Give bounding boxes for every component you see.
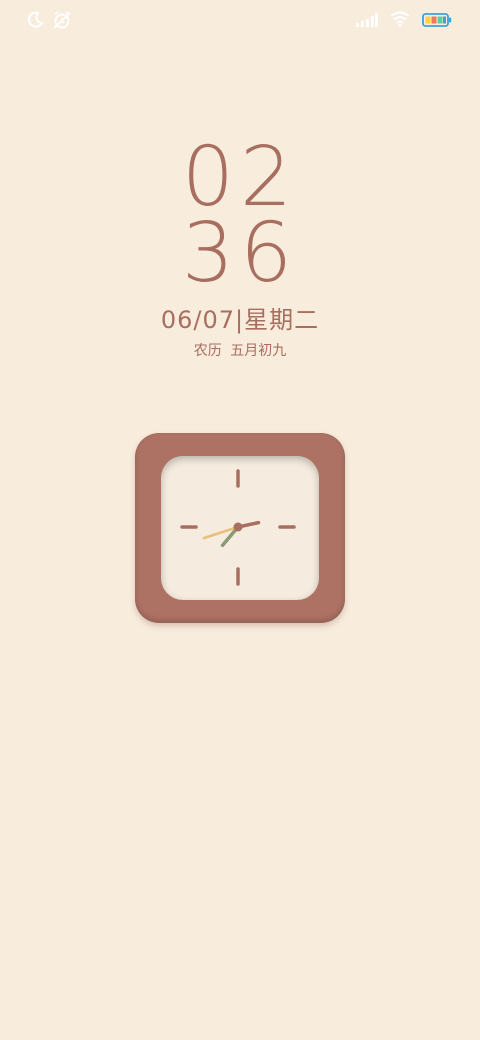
clock-face (161, 456, 319, 600)
date-separator: | (235, 306, 245, 334)
status-right (356, 11, 452, 31)
lunar-date: 五月初九 (230, 343, 287, 359)
time-hour: 02 (181, 130, 299, 225)
time-minute: 36 (181, 206, 299, 301)
lunar-line: 农历 五月初九 (0, 340, 480, 360)
lock-time: 02 36 (0, 130, 480, 301)
date-text: 06/07 (160, 306, 236, 334)
weekday-text: 星期二 (244, 306, 320, 334)
signal-icon (356, 12, 378, 31)
wifi-icon (390, 11, 410, 31)
battery-icon (422, 12, 452, 31)
clock-center-pin (233, 522, 243, 532)
status-bar (0, 0, 480, 40)
date-line: 06/07|星期二 (0, 300, 480, 335)
analog-clock (180, 469, 296, 586)
status-left (26, 10, 72, 34)
lunar-label: 农历 (193, 343, 222, 359)
moon-icon (26, 11, 44, 33)
clock-widget[interactable] (135, 433, 345, 623)
alarm-off-icon (52, 10, 72, 34)
